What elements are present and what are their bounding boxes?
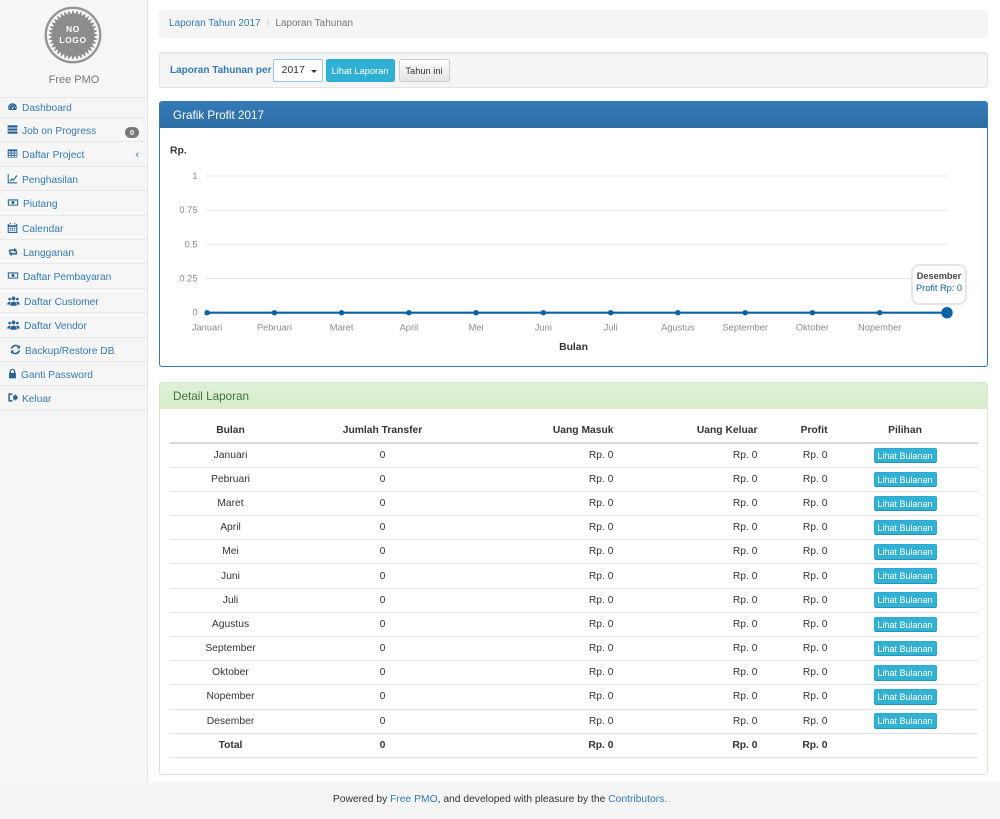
svg-text:0.25: 0.25 (179, 273, 197, 283)
svg-text:Oktober: Oktober (796, 322, 829, 332)
svg-text:Juli: Juli (604, 322, 618, 332)
svg-text:Nopember: Nopember (858, 322, 901, 332)
svg-text:Rp.: Rp. (170, 145, 187, 156)
svg-text:Juni: Juni (535, 322, 552, 332)
svg-text:0.5: 0.5 (185, 239, 198, 249)
svg-text:Mei: Mei (469, 322, 484, 332)
svg-text:Pebruari: Pebruari (257, 322, 292, 332)
svg-text:September: September (722, 322, 767, 332)
svg-text:0: 0 (192, 307, 197, 317)
svg-text:1: 1 (192, 171, 197, 181)
svg-text:LOGO: LOGO (59, 35, 86, 45)
svg-text:Agustus: Agustus (661, 322, 695, 332)
svg-text:April: April (400, 322, 419, 332)
svg-text:NO: NO (66, 24, 80, 34)
svg-text:Bulan: Bulan (559, 342, 588, 353)
svg-text:Maret: Maret (330, 322, 354, 332)
svg-text:0.75: 0.75 (179, 205, 197, 215)
svg-text:Januari: Januari (192, 322, 223, 332)
